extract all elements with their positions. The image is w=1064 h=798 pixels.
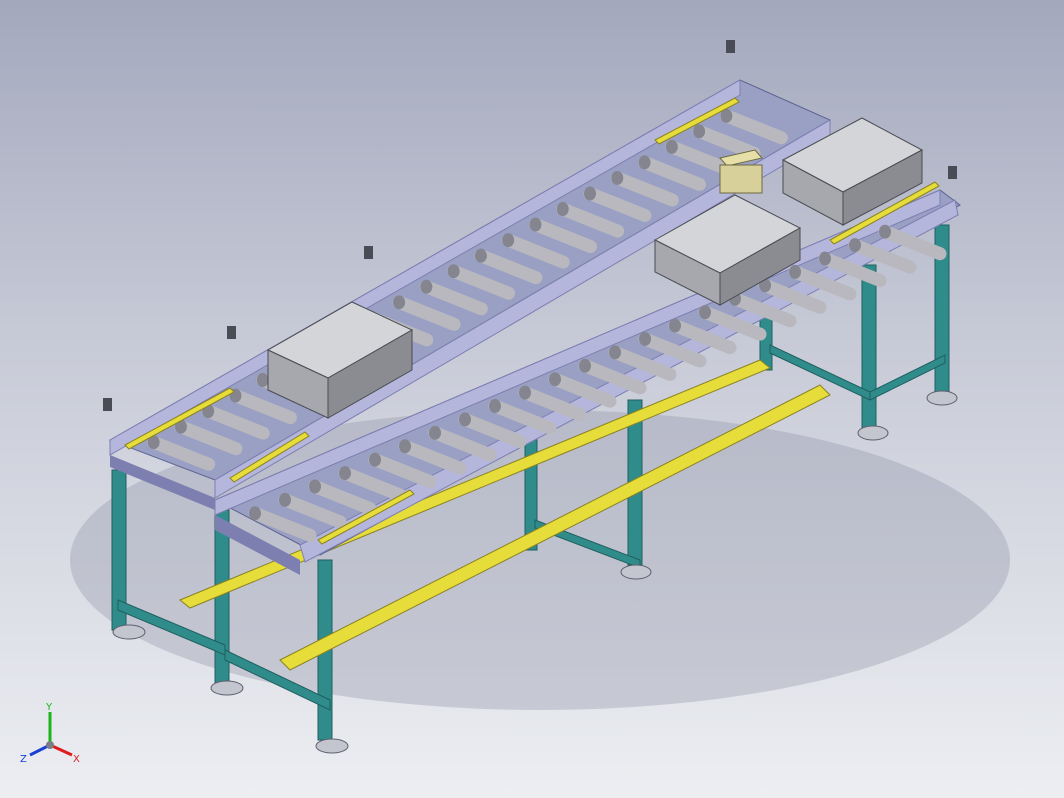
roller-end — [665, 139, 678, 154]
triad-y-label: Y — [45, 702, 53, 713]
roller-end — [447, 264, 460, 279]
roller-end — [819, 251, 831, 266]
roller-end — [459, 412, 471, 427]
roller-end — [309, 479, 321, 494]
roller-end — [879, 224, 891, 239]
roller-end — [489, 399, 501, 414]
roller-end — [502, 233, 515, 248]
roller-end — [669, 318, 681, 333]
roller-end — [369, 452, 381, 467]
roller-end — [256, 373, 269, 388]
roller-end — [339, 466, 351, 481]
roller-end — [611, 170, 624, 185]
triad-x-label: X — [73, 754, 80, 765]
roller-end — [474, 248, 487, 263]
roller-end — [609, 345, 621, 360]
roller-end — [556, 202, 569, 217]
stopper-block — [719, 149, 763, 194]
roller-end — [399, 439, 411, 454]
axis-triad[interactable]: Y X Z — [20, 702, 80, 765]
roller-end — [519, 385, 531, 400]
roller-end — [249, 506, 261, 521]
storage-box-1 — [266, 301, 414, 419]
roller-end — [429, 425, 441, 440]
roller-end — [693, 124, 706, 139]
roller-end — [579, 358, 591, 373]
roller-end — [393, 295, 406, 310]
roller-end — [420, 279, 433, 294]
roller-end — [789, 264, 801, 279]
roller-end — [549, 372, 561, 387]
roller-end — [699, 305, 711, 320]
roller-end — [849, 238, 861, 253]
conveyor-assembly-model[interactable]: Y X Z — [0, 0, 1064, 798]
triad-origin — [46, 741, 54, 749]
cad-viewport[interactable]: Y X Z — [0, 0, 1064, 798]
triad-z-label: Z — [20, 754, 27, 765]
roller-end — [529, 217, 542, 232]
roller-end — [639, 331, 651, 346]
roller-end — [279, 492, 291, 507]
roller-end — [584, 186, 596, 201]
roller-end — [638, 155, 651, 170]
